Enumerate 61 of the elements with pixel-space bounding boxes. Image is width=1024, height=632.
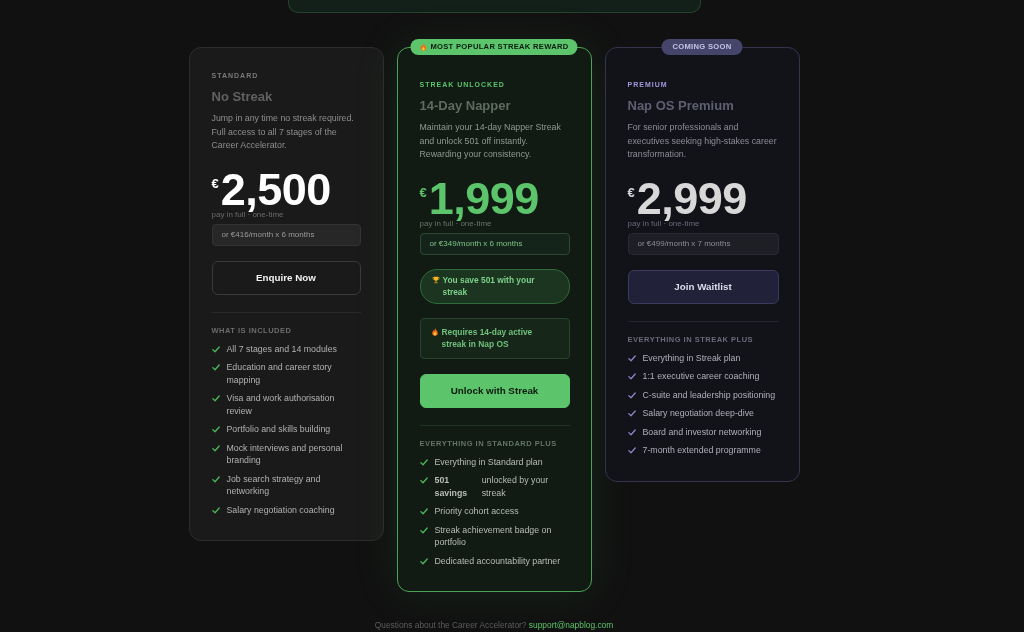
feature-text: Board and investor networking <box>642 425 762 438</box>
check-icon <box>211 345 220 353</box>
plan-description: Maintain your 14-day Napper Streak and unlock 501 off instantly. Rewarding your consistency. <box>419 121 562 161</box>
check-icon <box>211 475 220 483</box>
check-icon <box>419 508 428 515</box>
feature-text: Dedicated accountability partner <box>434 554 561 567</box>
feature-text: Salary negotiation deep-dive <box>642 407 754 420</box>
installment-box: or €416/month x 6 months <box>211 223 361 246</box>
cta-button[interactable]: Enquire Now <box>211 260 361 295</box>
feature-text: Salary negotiation coaching <box>226 503 335 516</box>
feature-text: 1:1 executive career coaching <box>642 370 760 383</box>
feature-text: C-suite and leadership positioning <box>642 388 776 401</box>
feature-text: 7-month extended programme <box>642 444 761 457</box>
plan-description: Jump in any time no streak required. Full access to all 7 stages of the Career Accelerator. <box>211 112 355 152</box>
feature-text: Job search strategy and networking <box>226 472 322 498</box>
trophy-icon <box>431 275 440 284</box>
note-text: Requires 14-day active streak in Nap OS <box>441 325 534 350</box>
currency-symbol: € <box>419 185 427 199</box>
plan-name: 14-Day Napper <box>419 98 512 114</box>
check-icon <box>627 447 636 454</box>
check-icon <box>627 428 636 436</box>
check-icon <box>211 395 220 402</box>
note-text: You save 501 with your streak <box>442 273 536 298</box>
check-icon <box>211 364 220 371</box>
email-link[interactable]: support@napblog.com <box>528 620 614 630</box>
feature-text: Education and career story mapping <box>226 361 333 386</box>
feature-text: Priority cohort access <box>434 505 519 518</box>
installment-box: or €499/month x 7 months <box>627 232 779 255</box>
feature-text: Everything in Standard plan <box>434 455 543 468</box>
cta-button[interactable]: Unlock with Streak <box>419 373 570 408</box>
plan-description: For senior professionals and executives seeking high-stakes career transformation. <box>627 121 778 161</box>
price-amount: 2,500 <box>220 169 331 210</box>
feature-text: 501 savings unlocked by your streak <box>434 474 550 499</box>
check-icon <box>419 557 428 565</box>
check-icon <box>419 477 428 484</box>
feature-text: Visa and work authorisation review <box>226 392 336 417</box>
currency-symbol: € <box>627 185 635 199</box>
feature-text: Mock interviews and personal branding <box>226 441 344 467</box>
check-icon <box>211 426 220 433</box>
flame-icon <box>430 327 439 336</box>
check-icon <box>419 458 428 466</box>
feature-text: Portfolio and skills building <box>226 423 331 436</box>
currency-symbol: € <box>211 176 219 190</box>
flame-icon <box>419 43 428 51</box>
feature-text: Streak achievement badge on portfolio <box>434 523 553 549</box>
check-icon <box>419 526 428 534</box>
check-icon <box>627 410 636 417</box>
check-icon <box>627 391 636 399</box>
check-icon <box>627 354 636 362</box>
footer-text: Questions about the Career Accelerator? support@napblog.com <box>374 620 614 631</box>
plan-name: Nap OS Premium <box>627 98 735 114</box>
check-icon <box>211 506 220 514</box>
feature-text: All 7 stages and 14 modules <box>226 342 338 355</box>
price-amount: 2,999 <box>636 178 747 219</box>
check-icon <box>627 373 636 380</box>
cta-button[interactable]: Join Waitlist <box>627 269 779 304</box>
installment-box: or €349/month x 6 months <box>419 232 570 255</box>
check-icon <box>211 444 220 452</box>
plan-name: No Streak <box>211 89 274 105</box>
feature-text: Everything in Streak plan <box>642 351 741 364</box>
price-amount: 1,999 <box>428 178 539 219</box>
